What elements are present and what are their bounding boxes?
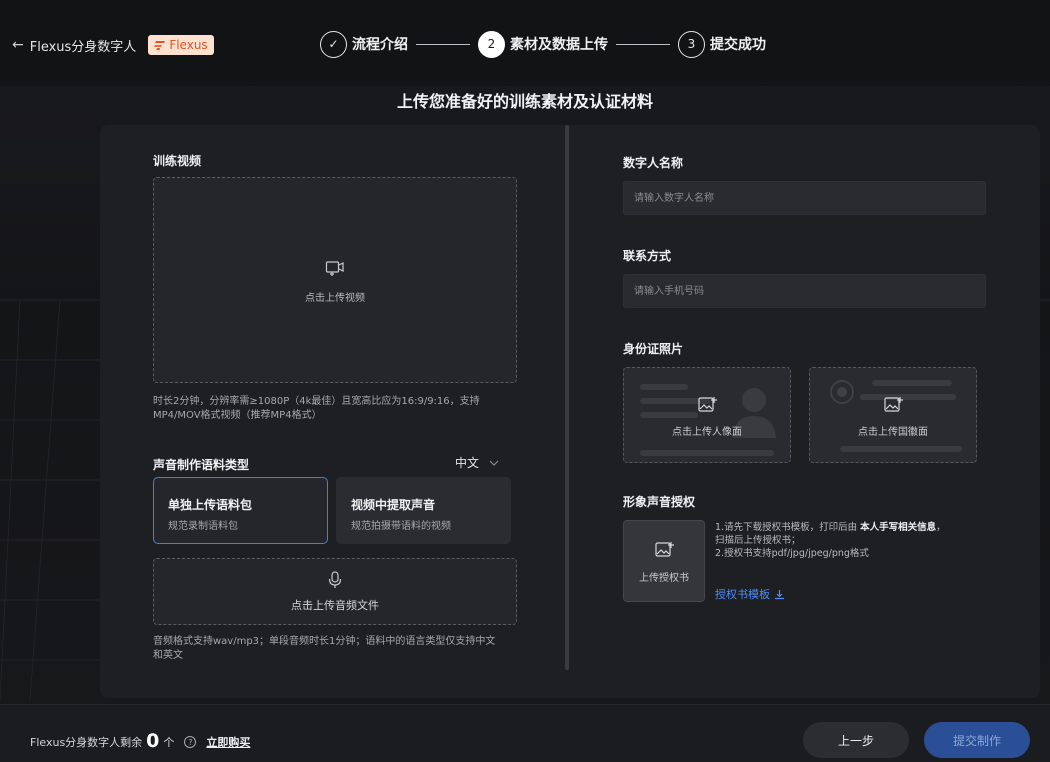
placeholder-bar — [840, 446, 962, 452]
placeholder-bar — [640, 412, 698, 418]
id-back-text: 点击上传国徽面 — [858, 427, 928, 438]
step-intro: ✓ 流程介绍 — [320, 30, 408, 58]
voice-type-label: 声音制作语料类型 — [153, 458, 250, 472]
quota-prefix: Flexus分身数字人剩余 — [30, 736, 143, 749]
emblem-icon — [830, 380, 854, 404]
auth-line2: 扫描后上传授权书； — [715, 535, 801, 546]
audio-upload-text: 点击上传音频文件 — [291, 599, 379, 612]
placeholder-bar — [640, 450, 774, 456]
id-front-upload[interactable]: 点击上传人像面 — [623, 367, 791, 463]
step-label: 提交成功 — [710, 37, 766, 53]
video-upload-icon — [325, 261, 344, 276]
option-upload-corpus[interactable]: 单独上传语料包 规范录制语料包 — [153, 477, 328, 544]
auth-line1-suffix: ， — [936, 522, 946, 533]
option-subtitle: 规范录制语料包 — [168, 521, 238, 532]
step-connector — [416, 43, 470, 45]
page-title: 上传您准备好的训练素材及认证材料 — [396, 92, 653, 111]
auth-template-link[interactable]: 授权书模板 — [715, 586, 785, 602]
image-upload-icon — [698, 397, 717, 412]
image-upload-icon — [655, 542, 674, 557]
panel-divider — [565, 125, 569, 670]
flexus-logo-icon — [154, 41, 166, 50]
language-select[interactable]: 中文 — [455, 454, 499, 471]
step-upload: 2 素材及数据上传 — [478, 30, 608, 58]
step-label: 流程介绍 — [352, 37, 408, 53]
audio-upload-area[interactable]: 点击上传音频文件 — [153, 558, 517, 625]
phone-input[interactable] — [623, 274, 986, 308]
contact-label: 联系方式 — [623, 249, 672, 263]
badge-label: Flexus — [169, 38, 208, 52]
audio-hint-line1: 音频格式支持wav/mp3；单段音频时长1分钟；语料中的语言类型仅支持中文 — [153, 636, 496, 647]
back-button[interactable]: ← Flexus分身数字人 Flexus — [12, 35, 214, 55]
auth-line1-prefix: 1.请先下载授权书模板，打印后由 — [715, 522, 858, 533]
option-subtitle: 规范拍摄带语料的视频 — [351, 521, 451, 532]
buy-now-link[interactable]: 立即购买 — [206, 734, 250, 750]
option-title: 单独上传语料包 — [168, 498, 253, 512]
video-upload-area[interactable]: 点击上传视频 — [153, 177, 517, 383]
name-label: 数字人名称 — [623, 156, 684, 170]
app-title: Flexus分身数字人 — [29, 39, 137, 55]
quota-unit: 个 — [163, 736, 175, 749]
auth-instructions: 1.请先下载授权书模板，打印后由 本人手写相关信息， 扫描后上传授权书； 2.授… — [715, 521, 985, 560]
auth-upload-text: 上传授权书 — [639, 573, 689, 584]
download-icon — [775, 589, 784, 599]
check-icon: ✓ — [320, 30, 347, 58]
submit-button[interactable]: 提交制作 — [924, 722, 1030, 758]
auth-line3: 2.授权书支持pdf/jpg/jpeg/png格式 — [715, 548, 869, 559]
help-icon[interactable]: ? — [184, 736, 197, 748]
id-photo-label: 身份证照片 — [623, 342, 684, 356]
top-bar: ← Flexus分身数字人 Flexus ✓ 流程介绍 2 素材及数据上传 3 … — [0, 0, 1050, 86]
id-back-upload[interactable]: 点击上传国徽面 — [809, 367, 977, 463]
placeholder-bar — [860, 394, 956, 400]
step-connector — [616, 43, 670, 45]
auth-label: 形象声音授权 — [623, 495, 696, 509]
placeholder-bar — [640, 384, 688, 390]
step-label: 素材及数据上传 — [510, 37, 608, 53]
video-label: 训练视频 — [153, 154, 202, 168]
video-upload-text: 点击上传视频 — [305, 293, 365, 304]
placeholder-bar — [872, 380, 952, 386]
video-hint-line1: 时长2分钟，分辨率需≥1080P（4k最佳）且宽高比应为16:9/9:16，支持 — [153, 396, 480, 407]
back-arrow-icon: ← — [12, 37, 24, 53]
step-success: 3 提交成功 — [678, 30, 766, 58]
previous-step-button[interactable]: 上一步 — [803, 722, 909, 758]
audio-hint-line2: 和英文 — [153, 650, 183, 661]
auth-upload-button[interactable]: 上传授权书 — [623, 520, 705, 602]
language-value: 中文 — [455, 456, 480, 470]
progress-steps: ✓ 流程介绍 2 素材及数据上传 3 提交成功 — [320, 30, 766, 58]
image-upload-icon — [884, 397, 903, 412]
step-number: 2 — [478, 30, 505, 58]
chevron-down-icon — [489, 460, 499, 466]
id-front-text: 点击上传人像面 — [672, 427, 742, 438]
video-hint-line2: MP4/MOV格式视频（推荐MP4格式） — [153, 410, 322, 421]
option-title: 视频中提取声音 — [351, 498, 436, 512]
option-extract-from-video[interactable]: 视频中提取声音 规范拍摄带语料的视频 — [336, 477, 511, 544]
step-number: 3 — [678, 30, 705, 58]
auth-template-label: 授权书模板 — [715, 588, 770, 601]
digital-human-name-input[interactable] — [623, 181, 986, 215]
flexus-badge: Flexus — [148, 35, 214, 55]
quota-info: Flexus分身数字人剩余 0 个 ? 立即购买 — [30, 730, 250, 753]
auth-line1-bold: 本人手写相关信息 — [860, 522, 937, 533]
microphone-icon — [328, 571, 342, 588]
quota-count: 0 — [146, 730, 160, 752]
